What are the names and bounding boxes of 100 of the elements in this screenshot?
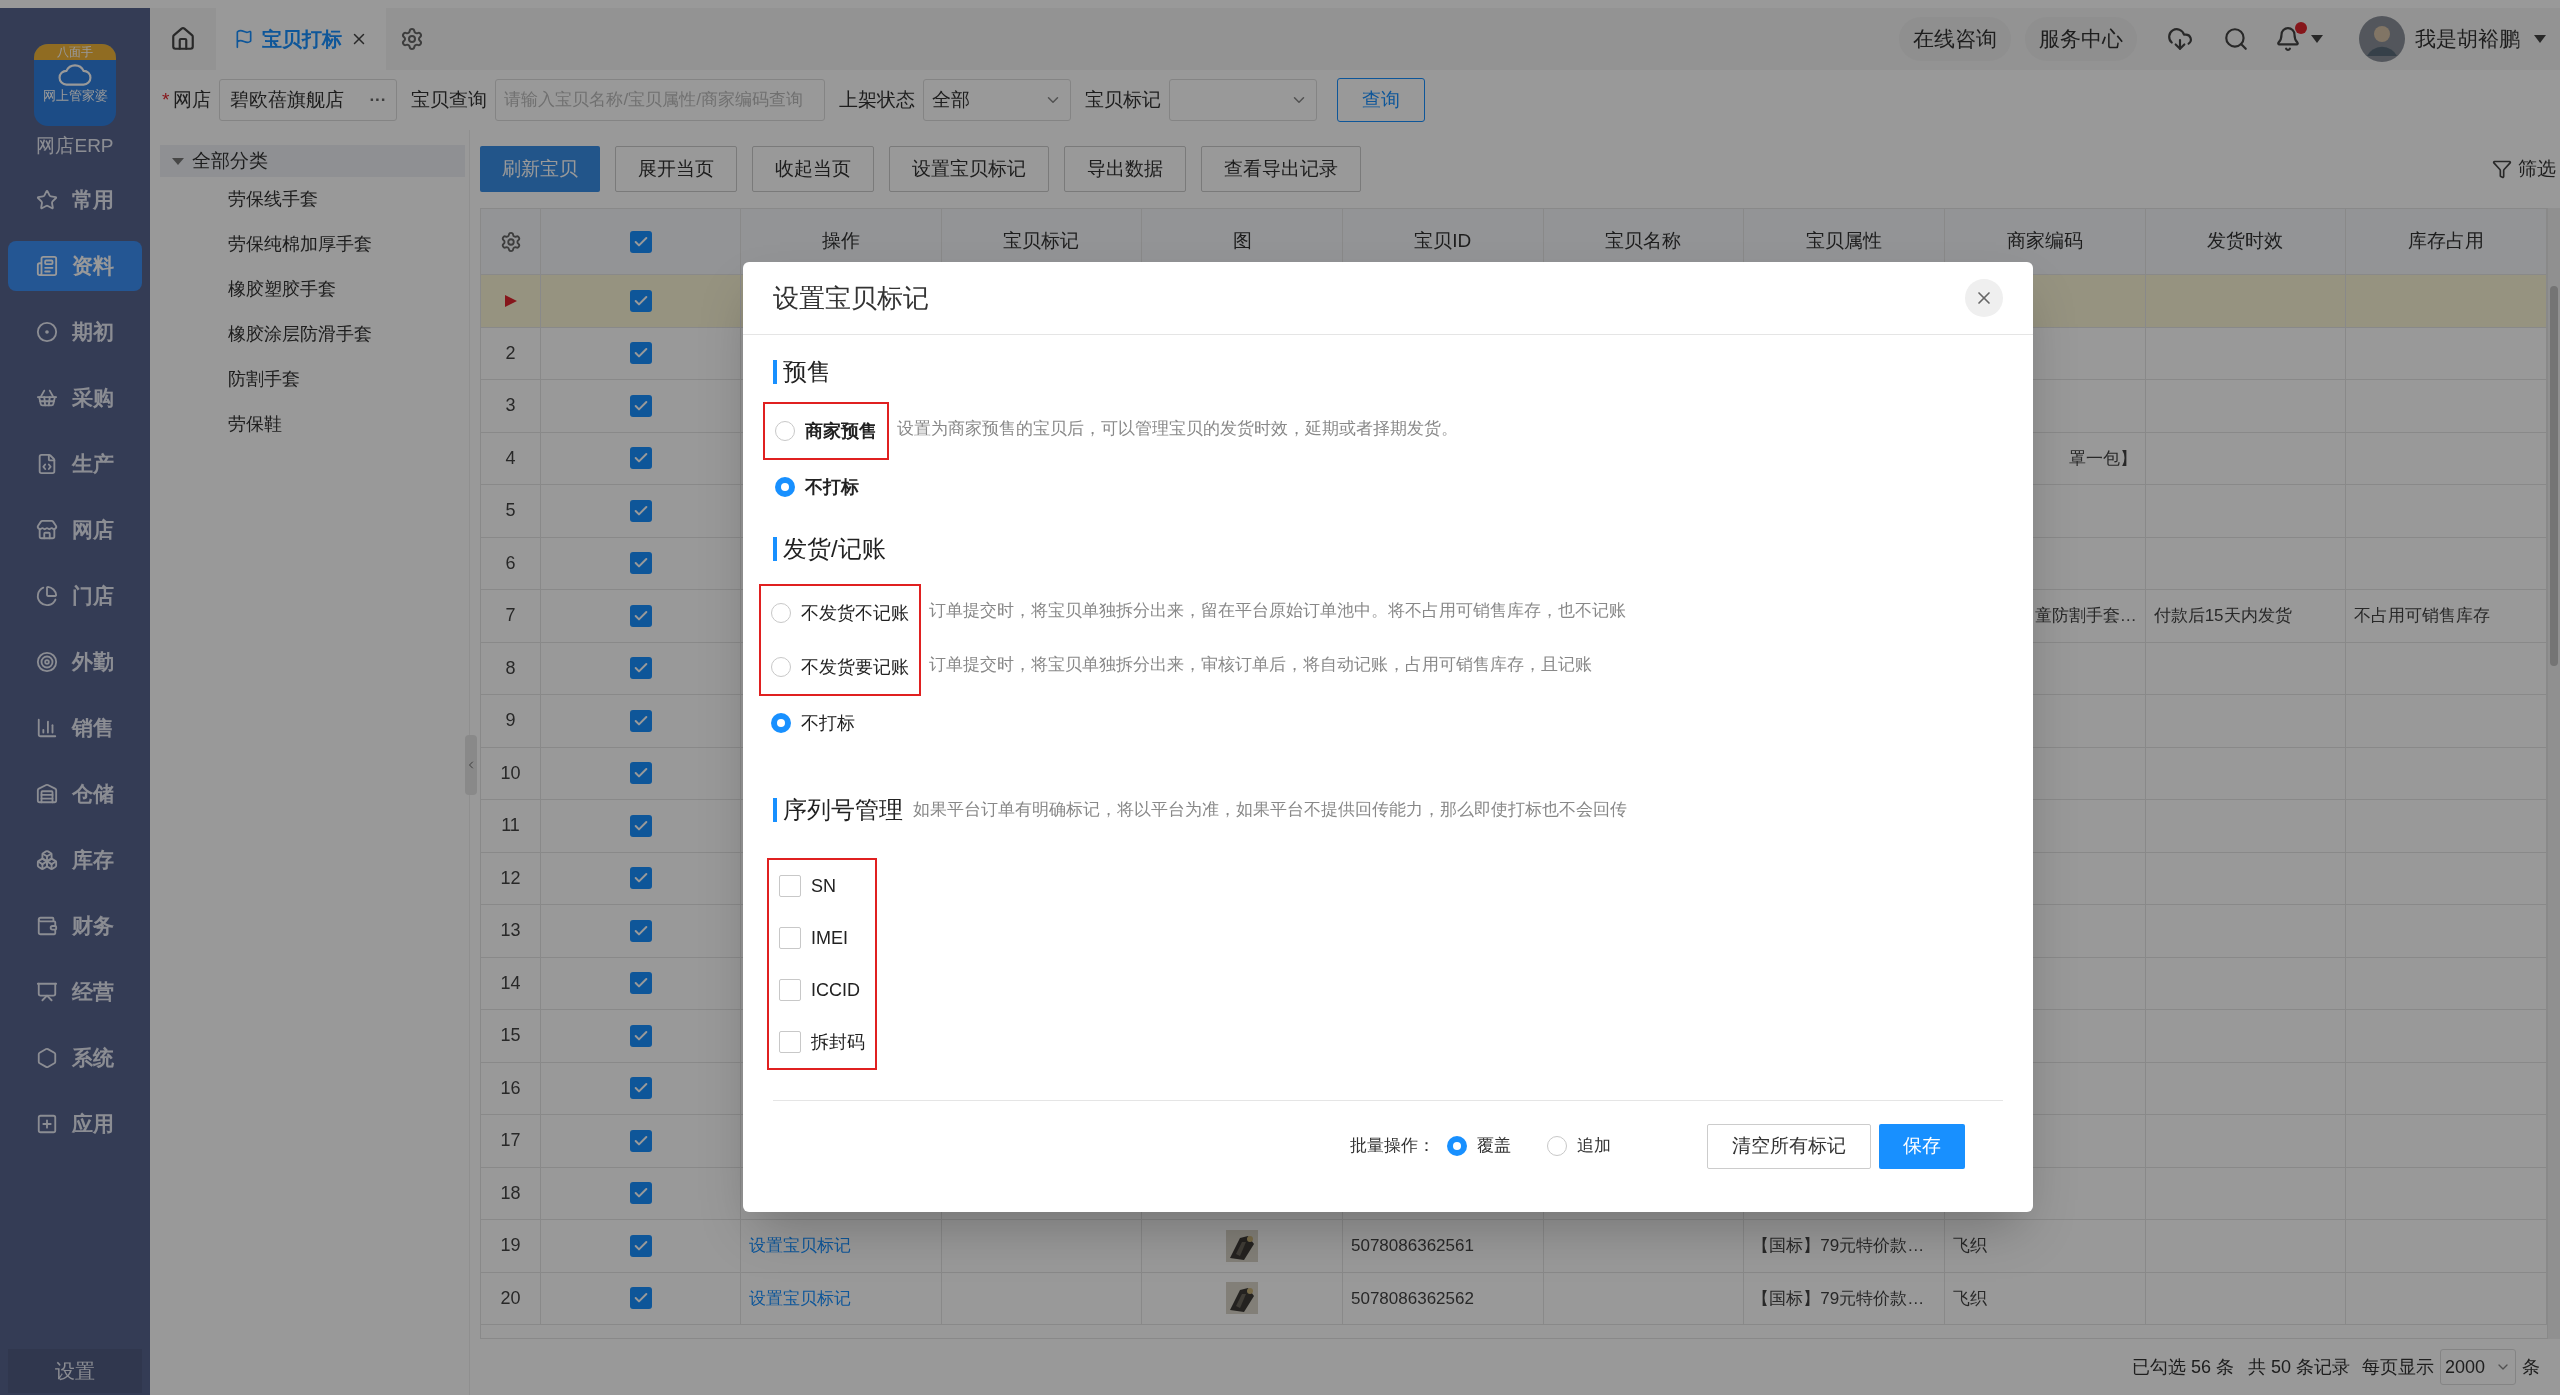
tree-node[interactable]: 全部分类	[160, 145, 465, 177]
row-link[interactable]: 设置宝贝标记	[749, 1233, 851, 1259]
column-header: 宝贝ID	[1414, 229, 1472, 254]
nav-item[interactable]: 销售	[8, 702, 142, 753]
nav-item[interactable]: 外勤	[8, 636, 142, 687]
tree-item[interactable]: 劳保线手套	[160, 177, 465, 222]
header-link[interactable]: 服务中心	[2025, 17, 2137, 61]
section-note: 如果平台订单有明确标记，将以平台为准，如果平台不提供回传能力，那么即使打标也不会回传	[912, 799, 1627, 822]
toolbar-button[interactable]: 导出数据	[1064, 146, 1186, 192]
toolbar-button[interactable]: 刷新宝贝	[480, 146, 600, 192]
row-link[interactable]: 设置宝贝标记	[749, 1285, 851, 1311]
page-size-select[interactable]: 2000	[2440, 1349, 2516, 1385]
header-link[interactable]: 在线咨询	[1899, 17, 2011, 61]
scrollbar[interactable]	[2548, 208, 2560, 1339]
clear-button[interactable]: 清空所有标记	[1707, 1123, 1871, 1169]
shop-select[interactable]: 碧欧蓓旗舰店 ···	[219, 79, 398, 121]
settings-button[interactable]: 设置	[8, 1349, 142, 1393]
checkbox[interactable]	[629, 657, 652, 680]
tab[interactable]: 宝贝打标	[216, 8, 386, 70]
caret-icon[interactable]	[2534, 35, 2546, 43]
checkbox[interactable]	[629, 867, 652, 890]
checkbox[interactable]	[629, 972, 652, 995]
close-button[interactable]	[1965, 279, 2003, 317]
caret-icon[interactable]	[2311, 35, 2323, 43]
checkbox[interactable]	[629, 762, 652, 785]
checkbox[interactable]	[629, 1234, 652, 1257]
cloud-download-icon[interactable]	[2167, 26, 2193, 52]
user-name[interactable]: 我是胡裕鹏	[2415, 23, 2520, 55]
bell-icon[interactable]	[2275, 26, 2301, 52]
row-number: 10	[500, 761, 521, 785]
tree-item[interactable]: 劳保纯棉加厚手套	[160, 222, 465, 267]
checkbox[interactable]	[629, 604, 652, 627]
query-button[interactable]: 查询	[1337, 78, 1426, 122]
status-select[interactable]: 全部	[923, 79, 1072, 121]
page-size-unit: 条	[2522, 1355, 2540, 1379]
toolbar-button[interactable]: 展开当页	[615, 146, 737, 192]
toolbar-button[interactable]: 收起当页	[752, 146, 874, 192]
checkbox[interactable]	[629, 289, 652, 312]
checkbox[interactable]	[629, 499, 652, 522]
caret-icon[interactable]	[172, 155, 184, 167]
tree-item[interactable]: 橡胶涂层防滑手套	[160, 312, 465, 357]
checkbox[interactable]	[629, 1182, 652, 1205]
tree-item[interactable]: 劳保鞋	[160, 402, 465, 447]
radio-button[interactable]	[1547, 1136, 1567, 1156]
search-icon[interactable]	[2223, 26, 2249, 52]
checkbox[interactable]	[629, 1024, 652, 1047]
nav-item[interactable]: 期初	[8, 306, 142, 357]
section-marker	[773, 360, 777, 384]
filter-button[interactable]: 筛选	[2492, 154, 2560, 184]
checkbox[interactable]	[629, 919, 652, 942]
table-cell-text: 5078086362562	[1351, 1287, 1474, 1310]
checkbox[interactable]	[629, 342, 652, 365]
checkbox[interactable]	[629, 447, 652, 470]
checkbox[interactable]	[629, 394, 652, 417]
checkbox[interactable]	[629, 814, 652, 837]
table-cell-text: 不占用可销售库存	[2354, 605, 2491, 627]
nav-item[interactable]: 仓储	[8, 768, 142, 819]
radio-button[interactable]	[1447, 1136, 1467, 1156]
nav-item[interactable]: 生产	[8, 438, 142, 489]
checkbox[interactable]	[629, 709, 652, 732]
row-number: 19	[500, 1234, 521, 1258]
nav-item[interactable]: 财务	[8, 900, 142, 951]
checkbox[interactable]	[779, 979, 801, 1001]
home-icon[interactable]	[170, 26, 196, 52]
tree-item[interactable]: 防割手套	[160, 357, 465, 402]
table-cell-text: 罩一包】	[2068, 447, 2137, 470]
nav-item[interactable]: 应用	[8, 1098, 142, 1149]
toolbar-button[interactable]: 查看导出记录	[1201, 146, 1361, 192]
tree-item[interactable]: 橡胶塑胶手套	[160, 267, 465, 312]
save-button[interactable]: 保存	[1879, 1123, 1965, 1169]
toolbar-button[interactable]: 设置宝贝标记	[889, 146, 1049, 192]
radio-button[interactable]	[771, 603, 791, 623]
radio-button[interactable]	[771, 713, 791, 733]
settings-icon[interactable]	[499, 230, 522, 253]
checkbox[interactable]	[629, 230, 652, 253]
avatar[interactable]	[2359, 16, 2405, 62]
nav-item[interactable]: 常用	[8, 174, 142, 225]
nav-item[interactable]: 网店	[8, 504, 142, 555]
nav-item[interactable]: 采购	[8, 372, 142, 423]
checkbox[interactable]	[779, 875, 801, 897]
checkbox[interactable]	[629, 552, 652, 575]
nav-item[interactable]: 门店	[8, 570, 142, 621]
nav-item[interactable]: 库存	[8, 834, 142, 885]
radio-button[interactable]	[771, 657, 791, 677]
column-header: 宝贝属性	[1806, 229, 1883, 254]
checkbox[interactable]	[629, 1129, 652, 1152]
settings-icon[interactable]	[400, 27, 424, 51]
section-title: 序列号管理	[783, 795, 903, 825]
nav-item[interactable]: 系统	[8, 1032, 142, 1083]
nav-item[interactable]: 经营	[8, 966, 142, 1017]
checkbox[interactable]	[779, 1031, 801, 1053]
nav-item[interactable]: 资料	[8, 240, 142, 291]
row-number: 9	[505, 709, 516, 733]
checkbox[interactable]	[629, 1287, 652, 1310]
radio-button[interactable]	[775, 477, 795, 497]
checkbox[interactable]	[779, 927, 801, 949]
option-label: 拆封码	[811, 1030, 865, 1054]
checkbox[interactable]	[629, 1077, 652, 1100]
radio-button[interactable]	[775, 421, 795, 441]
collapse-handle[interactable]	[465, 735, 477, 795]
